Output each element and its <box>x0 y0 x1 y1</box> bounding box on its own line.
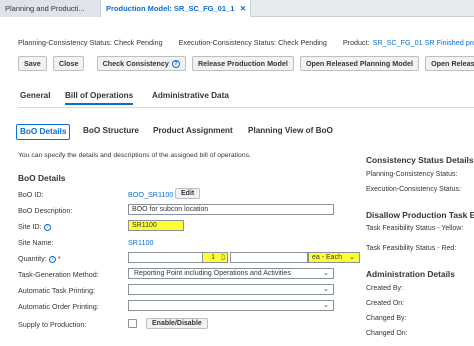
enable-disable-button[interactable]: Enable/Disable <box>146 318 208 329</box>
administration-details-title: Administration Details <box>366 269 455 279</box>
help-icon[interactable]: ? <box>48 255 56 263</box>
planning-consistency-status-label: Planning-Consistency Status: <box>366 171 458 178</box>
uom-value: ea - Each <box>312 254 342 261</box>
tab-production-model-label: Production Model: SR_SC_FG_01_1 <box>106 4 235 13</box>
automatic-order-printing-label: Automatic Order Printing: <box>18 302 99 311</box>
quantity-input[interactable]: 1 ▯ <box>202 252 228 263</box>
tab-bill-of-operations[interactable]: Bill of Operations <box>65 91 134 105</box>
header-status-line: Planning-Consistency Status: Check Pendi… <box>18 38 474 47</box>
supply-to-production-label: Supply to Production: <box>18 320 87 329</box>
release-production-model-button[interactable]: Release Production Model <box>191 56 294 71</box>
chevron-down-icon: ⌄ <box>323 270 329 277</box>
quantity-value: 1 <box>211 254 215 261</box>
planning-consistency-status: Planning-Consistency Status: Check Pendi… <box>18 38 163 47</box>
site-name-label: Site Name: <box>18 238 54 247</box>
task-generation-method-select[interactable]: Reporting Point including Operations and… <box>128 268 334 279</box>
boo-sub-tab-bar: BoO Details BoO Structure Product Assign… <box>16 124 474 142</box>
save-button[interactable]: Save <box>18 56 47 71</box>
changed-by-label: Changed By: <box>366 315 407 322</box>
close-tab-icon[interactable]: ✕ <box>240 0 246 17</box>
close-button[interactable]: Close <box>52 56 85 71</box>
required-marker: * <box>57 254 61 263</box>
site-name-link[interactable]: SR1100 <box>128 238 153 247</box>
site-id-label-text: Site ID: <box>18 222 42 231</box>
tab-general[interactable]: General <box>20 91 51 100</box>
boo-id-link[interactable]: BOO_SR1100 <box>128 190 173 199</box>
tab-planning-view-of-boo[interactable]: Planning View of BoO <box>245 124 336 140</box>
chevron-down-icon: ⌄ <box>323 302 329 309</box>
boo-description-input[interactable]: BOO for subcon location <box>128 204 334 215</box>
check-consistency-button[interactable]: Check Consistency? <box>96 56 186 71</box>
calendar-icon[interactable]: ▯ <box>221 253 225 262</box>
check-consistency-label: Check Consistency <box>102 59 169 68</box>
created-by-label: Created By: <box>366 285 403 292</box>
tab-product-assignment[interactable]: Product Assignment <box>150 124 236 140</box>
product-link[interactable]: SR_SC_FG_01 SR Finished product <box>373 38 474 47</box>
execution-consistency-status-label: Execution-Consistency Status: <box>366 186 461 193</box>
execution-consistency-status: Execution-Consistency Status: Check Pend… <box>178 38 327 47</box>
changed-on-label: Changed On: <box>366 330 408 337</box>
boo-id-label: BoO ID: <box>18 190 44 199</box>
boo-description-label: BoO Description: <box>18 206 73 215</box>
tab-planning-and-production[interactable]: Planning and Producti... <box>0 0 101 17</box>
boo-details-hint: You can specify the details and descript… <box>18 152 251 159</box>
tab-production-model[interactable]: Production Model: SR_SC_FG_01_1 ✕ <box>101 0 251 17</box>
created-on-label: Created On: <box>366 300 405 307</box>
edit-boo-button[interactable]: Edit <box>175 188 201 199</box>
open-released-planning-model-button[interactable]: Open Released Planning Model <box>299 56 419 71</box>
task-generation-method-value: Reporting Point including Operations and… <box>134 270 291 277</box>
quantity-label: Quantity:? * <box>18 254 61 263</box>
supply-to-production-checkbox[interactable] <box>128 319 137 328</box>
task-feasibility-yellow-label: Task Feasibility Status - Yellow: <box>366 225 464 232</box>
tab-boo-details[interactable]: BoO Details <box>16 124 71 140</box>
uom-spacer <box>230 252 308 263</box>
disallow-production-task-title: Disallow Production Task E <box>366 210 474 220</box>
tab-boo-structure[interactable]: BoO Structure <box>80 124 142 140</box>
uom-select[interactable]: ea - Each ⌄ <box>308 252 360 263</box>
open-released-execution-model-button[interactable]: Open Released Execution Model <box>425 56 474 71</box>
product-label: Product: <box>342 38 370 47</box>
automatic-task-printing-select[interactable]: ⌄ <box>128 284 334 295</box>
site-id-input[interactable]: SR1100 <box>128 220 184 231</box>
toolbar: Save Close Check Consistency? Release Pr… <box>18 56 474 71</box>
help-icon[interactable]: ? <box>43 223 51 231</box>
automatic-order-printing-select[interactable]: ⌄ <box>128 300 334 311</box>
automatic-task-printing-label: Automatic Task Printing: <box>18 286 95 295</box>
site-id-label: Site ID:? <box>18 222 51 231</box>
object-header: Planning-Consistency Status: Check Pendi… <box>0 17 474 85</box>
quantity-input-left[interactable] <box>128 252 204 263</box>
tab-administrative-data[interactable]: Administrative Data <box>152 91 229 100</box>
task-feasibility-red-label: Task Feasibility Status - Red: <box>366 245 457 252</box>
task-generation-method-label: Task-Generation Method: <box>18 270 99 279</box>
chevron-down-icon: ⌄ <box>323 286 329 293</box>
chevron-down-icon: ⌄ <box>349 254 355 261</box>
help-icon: ? <box>171 60 180 69</box>
boo-details-title: BoO Details <box>18 173 66 183</box>
section-tab-bar: General Bill of Operations Administrativ… <box>18 86 474 108</box>
consistency-status-details-title: Consistency Status Details <box>366 155 474 165</box>
quantity-label-text: Quantity: <box>18 254 47 263</box>
window-tab-bar: Planning and Producti... Production Mode… <box>0 0 474 17</box>
